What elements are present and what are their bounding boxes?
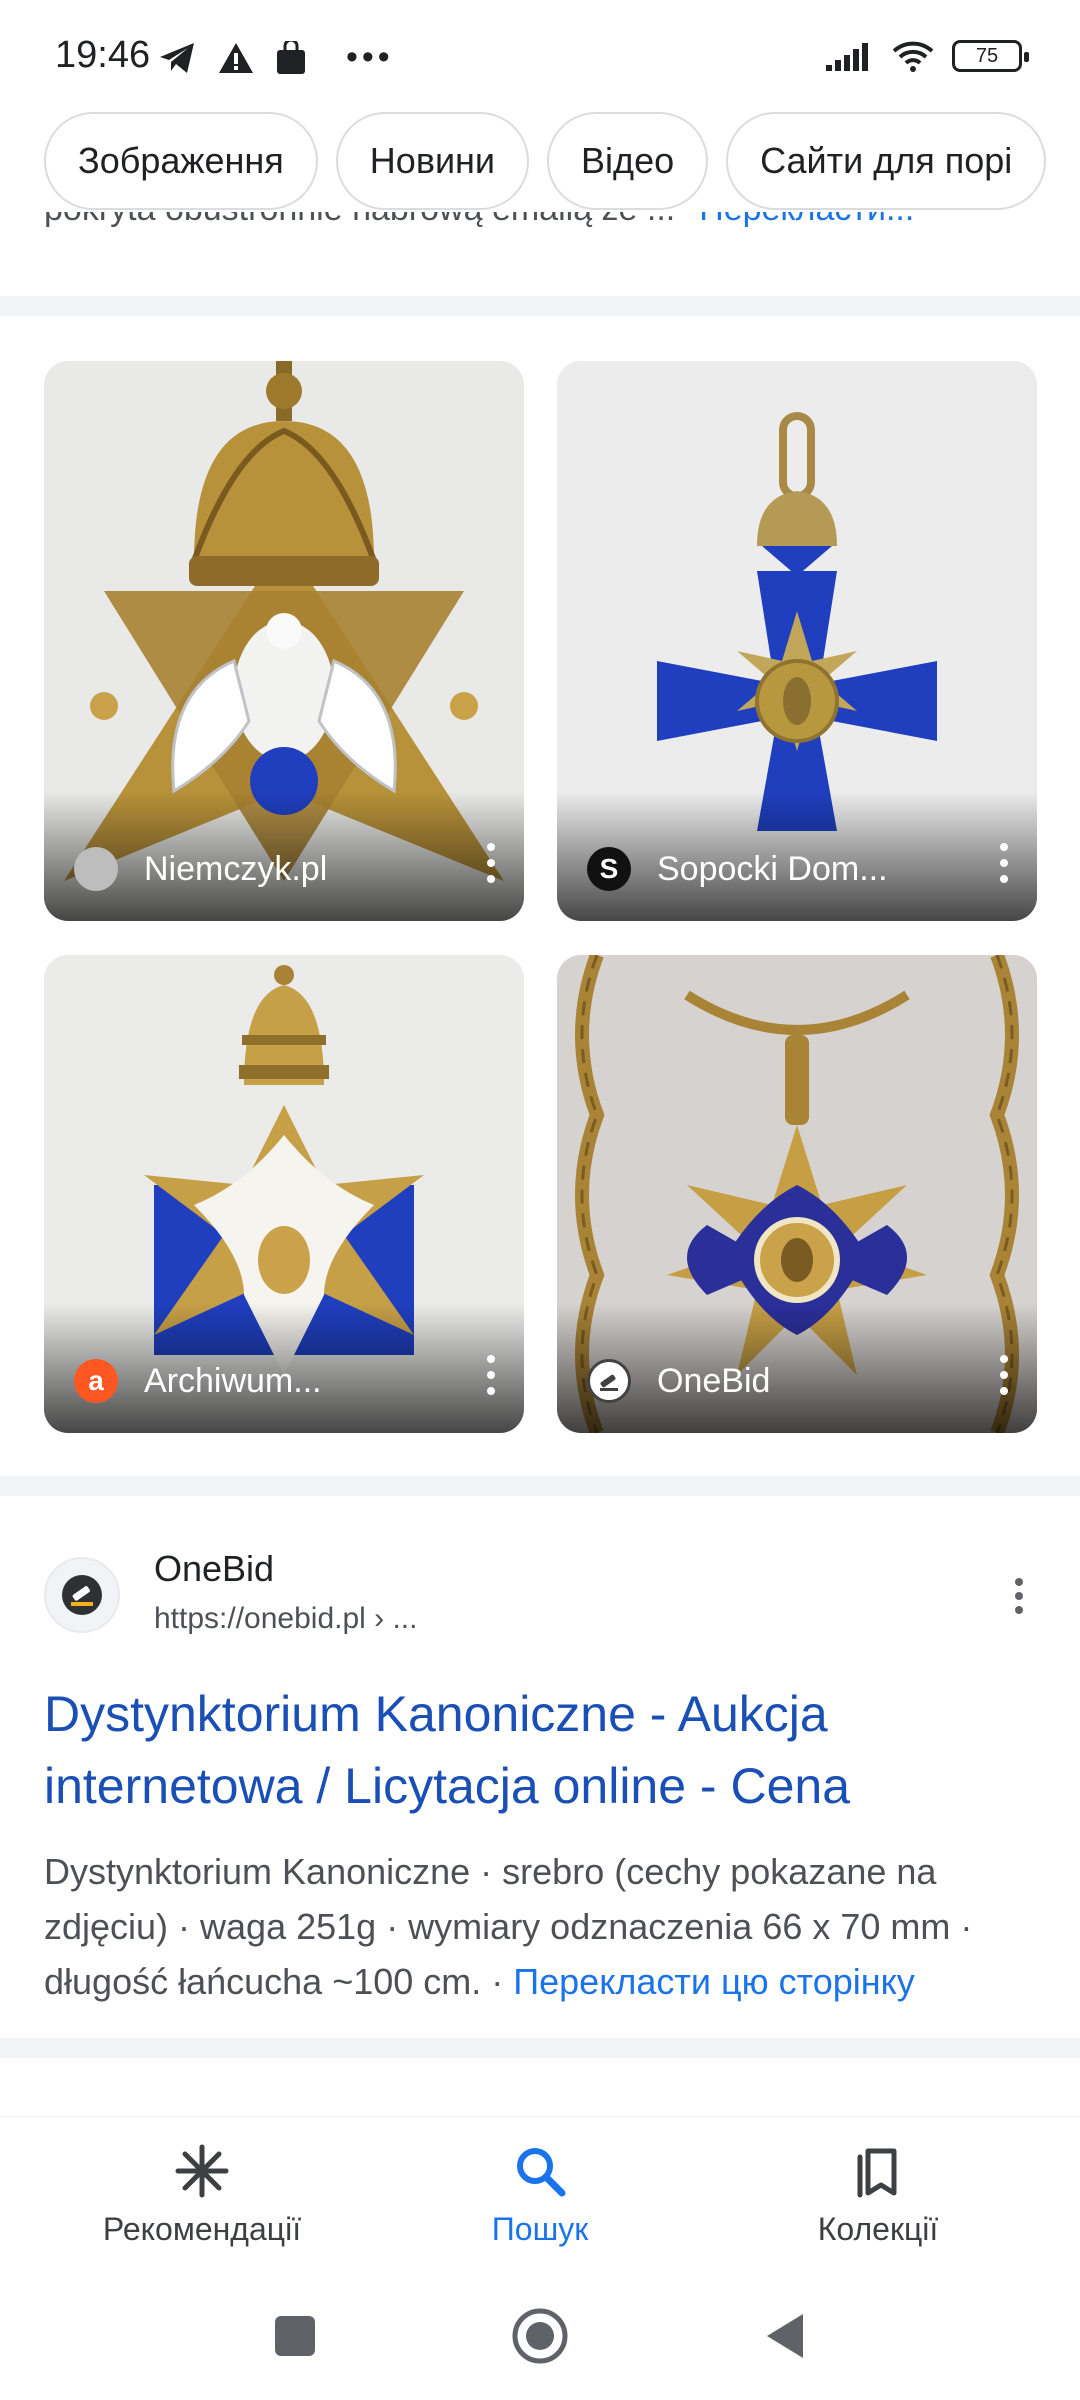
- more-options-icon[interactable]: [486, 1355, 496, 1395]
- status-notification-icons: •••: [158, 38, 394, 77]
- chip-videos[interactable]: Відео: [547, 112, 709, 210]
- previous-translate-link[interactable]: Перекласти...: [699, 212, 914, 228]
- system-navigation-bar: [0, 2276, 1080, 2400]
- status-system-icons: 75: [826, 40, 1029, 72]
- image-source: OneBid: [587, 1359, 770, 1403]
- image-source-label: OneBid: [657, 1361, 771, 1400]
- image-source-label: Niemczyk.pl: [144, 849, 328, 888]
- result-site-name[interactable]: OneBid: [154, 1548, 274, 1590]
- status-bar: 19:46 ••• 75: [0, 0, 1080, 112]
- image-result-card[interactable]: a Archiwum...: [44, 955, 524, 1433]
- nav-discover[interactable]: Рекомендації: [72, 2141, 332, 2248]
- more-notifications-icon: •••: [346, 38, 394, 76]
- wifi-icon: [892, 41, 934, 72]
- recents-button[interactable]: [265, 2306, 325, 2366]
- image-source: S Sopocki Dom...: [587, 847, 888, 891]
- result-url[interactable]: https://onebid.pl › ...: [154, 1602, 417, 1636]
- niemczyk-favicon-icon: [74, 847, 118, 891]
- nav-collections-label: Колекції: [817, 2211, 939, 2247]
- section-divider: [0, 296, 1080, 316]
- sopocki-favicon-icon: S: [587, 847, 631, 891]
- asterisk-icon: [172, 2141, 232, 2201]
- more-options-icon[interactable]: [999, 843, 1009, 883]
- result-more-options-icon[interactable]: [1014, 1578, 1024, 1614]
- image-result-card[interactable]: OneBid: [557, 955, 1037, 1433]
- image-source: a Archiwum...: [74, 1359, 322, 1403]
- image-result-card[interactable]: Niemczyk.pl: [44, 361, 524, 921]
- bottom-navigation: Рекомендації Пошук Колекції: [0, 2116, 1080, 2276]
- previous-result-snippet: pokryta obustronnie nabrową emalią ze ..…: [44, 212, 1044, 262]
- image-source-label: Sopocki Dom...: [657, 849, 888, 888]
- search-icon: [510, 2141, 570, 2201]
- telegram-icon: [160, 42, 194, 73]
- signal-icon: [826, 43, 868, 71]
- back-button[interactable]: [755, 2306, 815, 2366]
- onebid-site-favicon-icon: [44, 1557, 120, 1633]
- chip-images[interactable]: Зображення: [44, 112, 318, 210]
- home-circle-icon: [512, 2308, 568, 2364]
- warning-icon: [219, 42, 253, 73]
- shopping-bag-icon: [277, 40, 305, 74]
- section-divider: [0, 2038, 1080, 2058]
- result-title-link[interactable]: Dystynktorium Kanoniczne - Aukcja intern…: [44, 1678, 1044, 1822]
- section-divider: [0, 1476, 1080, 1496]
- previous-snippet-text: pokryta obustronnie nabrową emalią ze ..…: [44, 212, 675, 228]
- image-source: Niemczyk.pl: [74, 847, 327, 891]
- image-result-card[interactable]: S Sopocki Dom...: [557, 361, 1037, 921]
- square-icon: [275, 2316, 315, 2356]
- back-triangle-icon: [767, 2314, 803, 2358]
- onebid-favicon-icon: [587, 1359, 631, 1403]
- more-options-icon[interactable]: [999, 1355, 1009, 1395]
- archiwum-favicon-icon: a: [74, 1359, 118, 1403]
- chip-news[interactable]: Новини: [335, 112, 530, 210]
- battery-indicator: 75: [952, 40, 1029, 72]
- more-options-icon[interactable]: [486, 843, 496, 883]
- chip-sites[interactable]: Сайти для порі: [726, 112, 1047, 210]
- nav-search-label: Пошук: [491, 2211, 589, 2247]
- result-snippet: Dystynktorium Kanoniczne · srebro (cechy…: [44, 1844, 1044, 2009]
- nav-discover-label: Рекомендації: [102, 2211, 302, 2247]
- home-button[interactable]: [510, 2306, 570, 2366]
- status-time: 19:46: [55, 34, 151, 76]
- image-source-label: Archiwum...: [144, 1361, 322, 1400]
- nav-search[interactable]: Пошук: [410, 2141, 670, 2248]
- collections-icon: [848, 2141, 908, 2201]
- nav-collections[interactable]: Колекції: [748, 2141, 1008, 2248]
- translate-page-link[interactable]: Перекласти цю сторінку: [513, 1961, 915, 2002]
- search-filter-chips: Зображення Новини Відео Сайти для порі: [0, 112, 1080, 212]
